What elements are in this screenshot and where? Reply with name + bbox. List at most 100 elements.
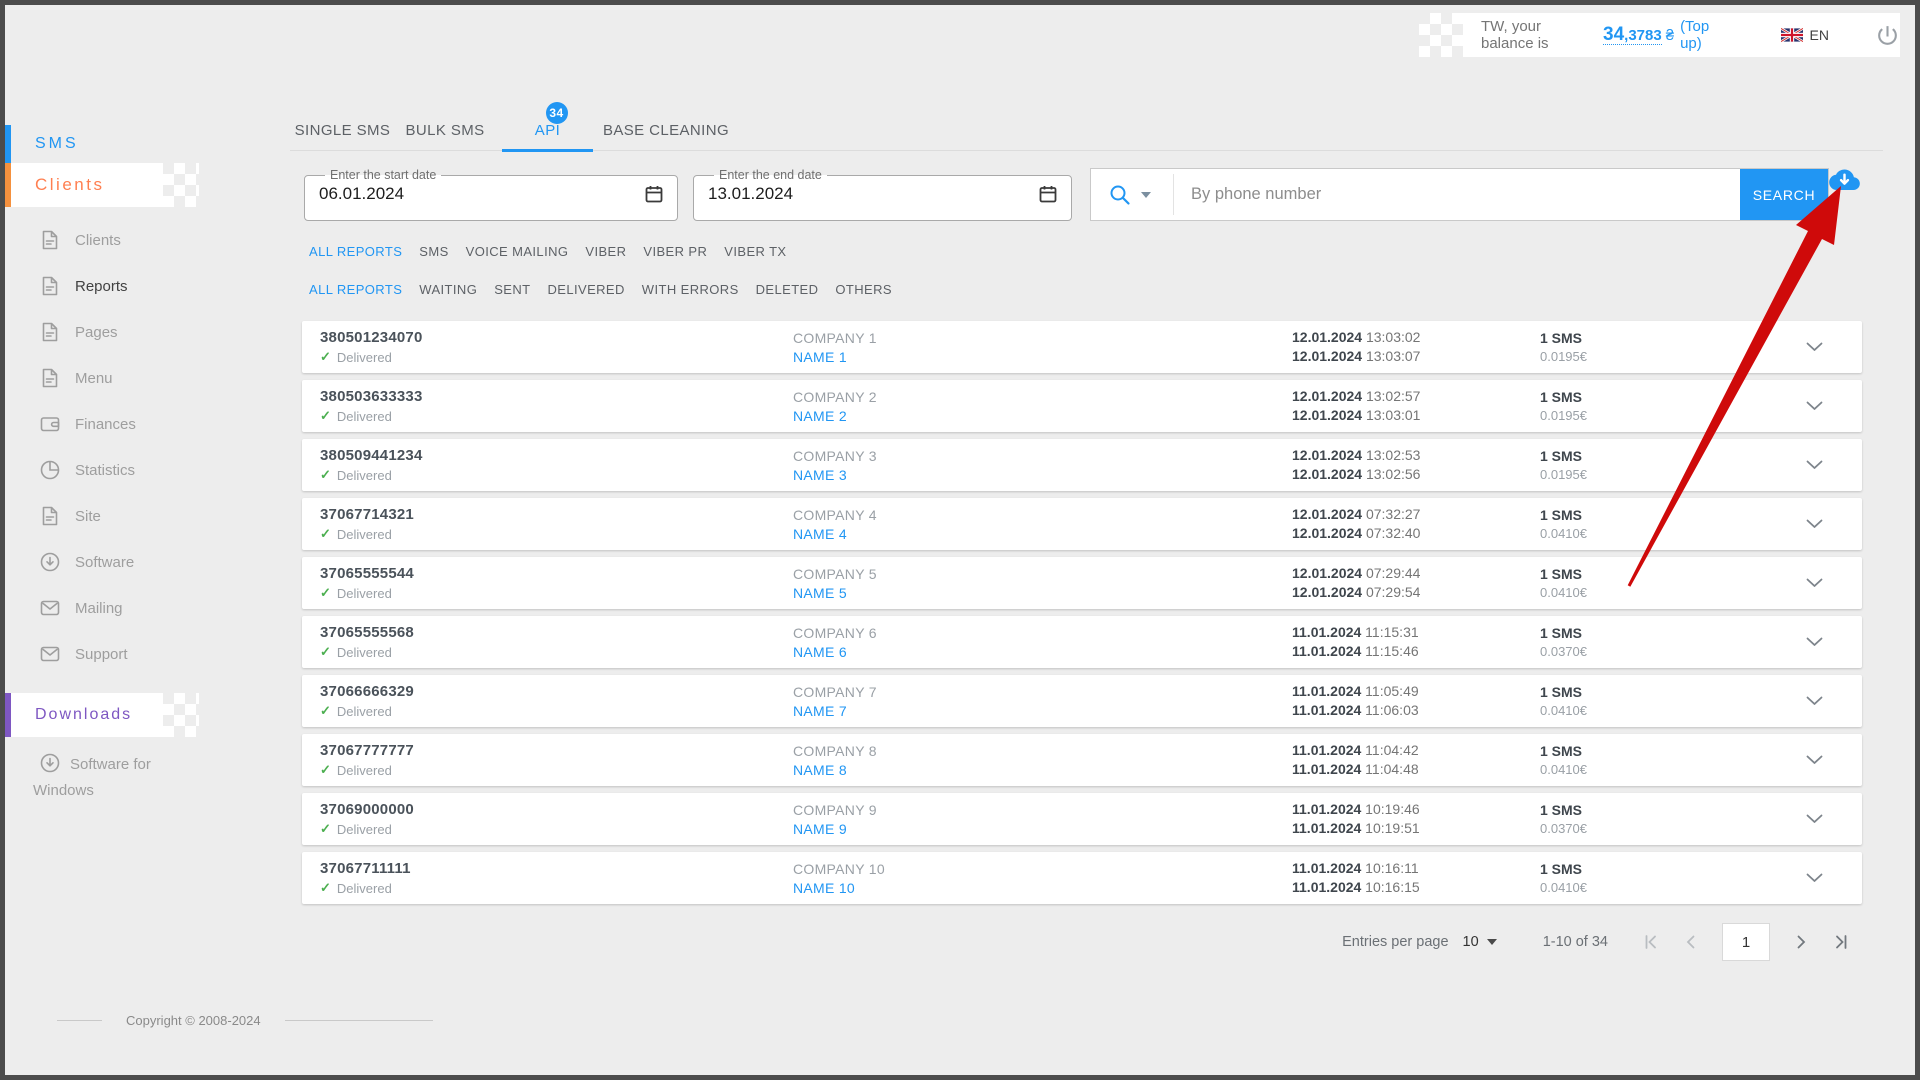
sidebar-item-software-for-windows[interactable]: Software for Windows — [33, 752, 185, 804]
report-name-link[interactable]: NAME 1 — [793, 349, 1292, 365]
report-row: 37065555568 ✓ Delivered COMPANY 6 NAME 6 11.0… — [302, 616, 1862, 668]
search-input[interactable] — [1174, 185, 1740, 204]
status-label: Delivered — [336, 467, 392, 483]
start-date-value[interactable]: 06.01.2024 — [319, 184, 404, 204]
calendar-icon[interactable] — [645, 185, 663, 203]
report-name-link[interactable]: NAME 9 — [793, 821, 1292, 837]
chevron-down-icon[interactable] — [1806, 873, 1823, 883]
app-window: TW, your balance is 34,3783 ₴ (Top up) E… — [0, 0, 1920, 1080]
filter-viber-tx[interactable]: VIBER TX — [724, 244, 786, 259]
report-row: 37067711111 ✓ Delivered COMPANY 10 NAME 10 11… — [302, 852, 1862, 904]
sidebar-item-label: Clients — [75, 231, 121, 249]
current-page-input[interactable]: 1 — [1722, 923, 1770, 961]
chevron-down-icon[interactable] — [1806, 814, 1823, 824]
chevron-down-icon[interactable] — [1806, 519, 1823, 529]
status-label: Delivered — [336, 880, 392, 896]
pagination-nav: 1 — [1642, 923, 1850, 961]
top-up-link[interactable]: (Top up) — [1680, 18, 1728, 52]
report-name-link[interactable]: NAME 8 — [793, 762, 1292, 778]
report-sms-count: 1 SMS — [1540, 684, 1583, 700]
report-name-link[interactable]: NAME 7 — [793, 703, 1292, 719]
tab-api[interactable]: API 34 — [495, 102, 600, 152]
sidebar-item-label: Menu — [75, 369, 113, 387]
filter-deleted[interactable]: DELETED — [756, 282, 819, 297]
report-status: ✓ Delivered — [320, 880, 793, 896]
sidebar-item-finances[interactable]: Finances — [5, 401, 245, 447]
chevron-down-icon[interactable] — [1806, 342, 1823, 352]
sidebar-item-mailing[interactable]: Mailing — [5, 585, 245, 631]
filter-sent[interactable]: SENT — [494, 282, 530, 297]
pixel-decoration — [163, 163, 199, 207]
tab-single-sms[interactable]: SINGLE SMS — [290, 109, 395, 151]
search-button[interactable]: SEARCH — [1740, 169, 1828, 220]
calendar-icon[interactable] — [1039, 185, 1057, 203]
sidebar-item-pages[interactable]: Pages — [5, 309, 245, 355]
sidebar-item-label: Reports — [75, 277, 128, 295]
chevron-down-icon[interactable] — [1806, 460, 1823, 470]
sidebar-item-menu[interactable]: Menu — [5, 355, 245, 401]
currency-symbol: ₴ — [1665, 26, 1675, 44]
report-name-link[interactable]: NAME 6 — [793, 644, 1292, 660]
sidebar-item-software[interactable]: Software — [5, 539, 245, 585]
report-name-link[interactable]: NAME 4 — [793, 526, 1292, 542]
sidebar-item-label: Support — [75, 645, 128, 663]
filter-with-errors[interactable]: WITH ERRORS — [642, 282, 739, 297]
report-datetime: 12.01.2024 13:03:02 — [1292, 329, 1421, 345]
check-icon: ✓ — [320, 585, 331, 600]
report-name-link[interactable]: NAME 10 — [793, 880, 1292, 896]
report-name-link[interactable]: NAME 5 — [793, 585, 1292, 601]
end-date-value[interactable]: 13.01.2024 — [708, 184, 793, 204]
sidebar-section-downloads[interactable]: Downloads — [11, 693, 163, 737]
filter-others[interactable]: OTHERS — [835, 282, 892, 297]
sidebar-section-sms[interactable]: SMS — [35, 125, 79, 163]
report-phone: 37067714321 — [320, 506, 414, 523]
next-page-button[interactable] — [1792, 933, 1810, 951]
filter-viber-pr[interactable]: VIBER PR — [643, 244, 707, 259]
filter-waiting[interactable]: WAITING — [419, 282, 477, 297]
sidebar-item-label: Software — [75, 553, 135, 571]
logout-button[interactable] — [1875, 23, 1900, 48]
search-icon — [1110, 185, 1130, 205]
chevron-down-icon[interactable] — [1806, 755, 1823, 765]
search-type-dropdown[interactable] — [1091, 183, 1173, 207]
export-download-button[interactable] — [1829, 167, 1860, 195]
report-status: ✓ Delivered — [320, 585, 793, 601]
status-label: Delivered — [336, 349, 392, 365]
start-date-field[interactable]: Enter the start date 06.01.2024 — [304, 168, 678, 221]
chevron-down-icon[interactable] — [1806, 637, 1823, 647]
report-status: ✓ Delivered — [320, 821, 793, 837]
report-price: 0.0410€ — [1540, 762, 1587, 777]
first-page-button[interactable] — [1642, 933, 1660, 951]
sidebar-item-reports[interactable]: Reports — [5, 263, 245, 309]
end-date-field[interactable]: Enter the end date 13.01.2024 — [693, 168, 1072, 221]
sidebar-item-statistics[interactable]: Statistics — [5, 447, 245, 493]
last-page-button[interactable] — [1832, 933, 1850, 951]
filter-delivered[interactable]: DELIVERED — [548, 282, 625, 297]
filter-all-reports[interactable]: ALL REPORTS — [309, 244, 402, 259]
filter-voice-mailing[interactable]: VOICE MAILING — [466, 244, 569, 259]
report-name-link[interactable]: NAME 3 — [793, 467, 1292, 483]
status-label: Delivered — [336, 703, 392, 719]
filter-viber[interactable]: VIBER — [585, 244, 626, 259]
filter-all-reports[interactable]: ALL REPORTS — [309, 282, 402, 297]
report-sms-count: 1 SMS — [1540, 330, 1583, 346]
report-name-link[interactable]: NAME 2 — [793, 408, 1292, 424]
chevron-down-icon[interactable] — [1806, 578, 1823, 588]
language-selector[interactable]: EN — [1780, 27, 1829, 43]
balance-amount[interactable]: 34,3783 — [1603, 25, 1662, 45]
tab-bulk-sms[interactable]: BULK SMS — [395, 109, 495, 151]
previous-page-button[interactable] — [1682, 933, 1700, 951]
chevron-down-icon[interactable] — [1806, 696, 1823, 706]
sidebar-item-clients[interactable]: Clients — [5, 217, 245, 263]
tab-base-cleaning[interactable]: BASE CLEANING — [600, 109, 732, 151]
sidebar-section-clients[interactable]: Clients — [11, 163, 163, 207]
sidebar-item-site[interactable]: Site — [5, 493, 245, 539]
chevron-down-icon[interactable] — [1806, 401, 1823, 411]
sidebar-item-support[interactable]: Support — [5, 631, 245, 677]
entries-per-page-dropdown[interactable]: 10 — [1463, 934, 1497, 950]
report-status: ✓ Delivered — [320, 644, 793, 660]
sidebar-item-label: Pages — [75, 323, 118, 341]
copyright-text: Copyright © 2008-2024 — [126, 1013, 261, 1028]
filter-sms[interactable]: SMS — [419, 244, 448, 259]
report-phone: 380509441234 — [320, 447, 423, 464]
